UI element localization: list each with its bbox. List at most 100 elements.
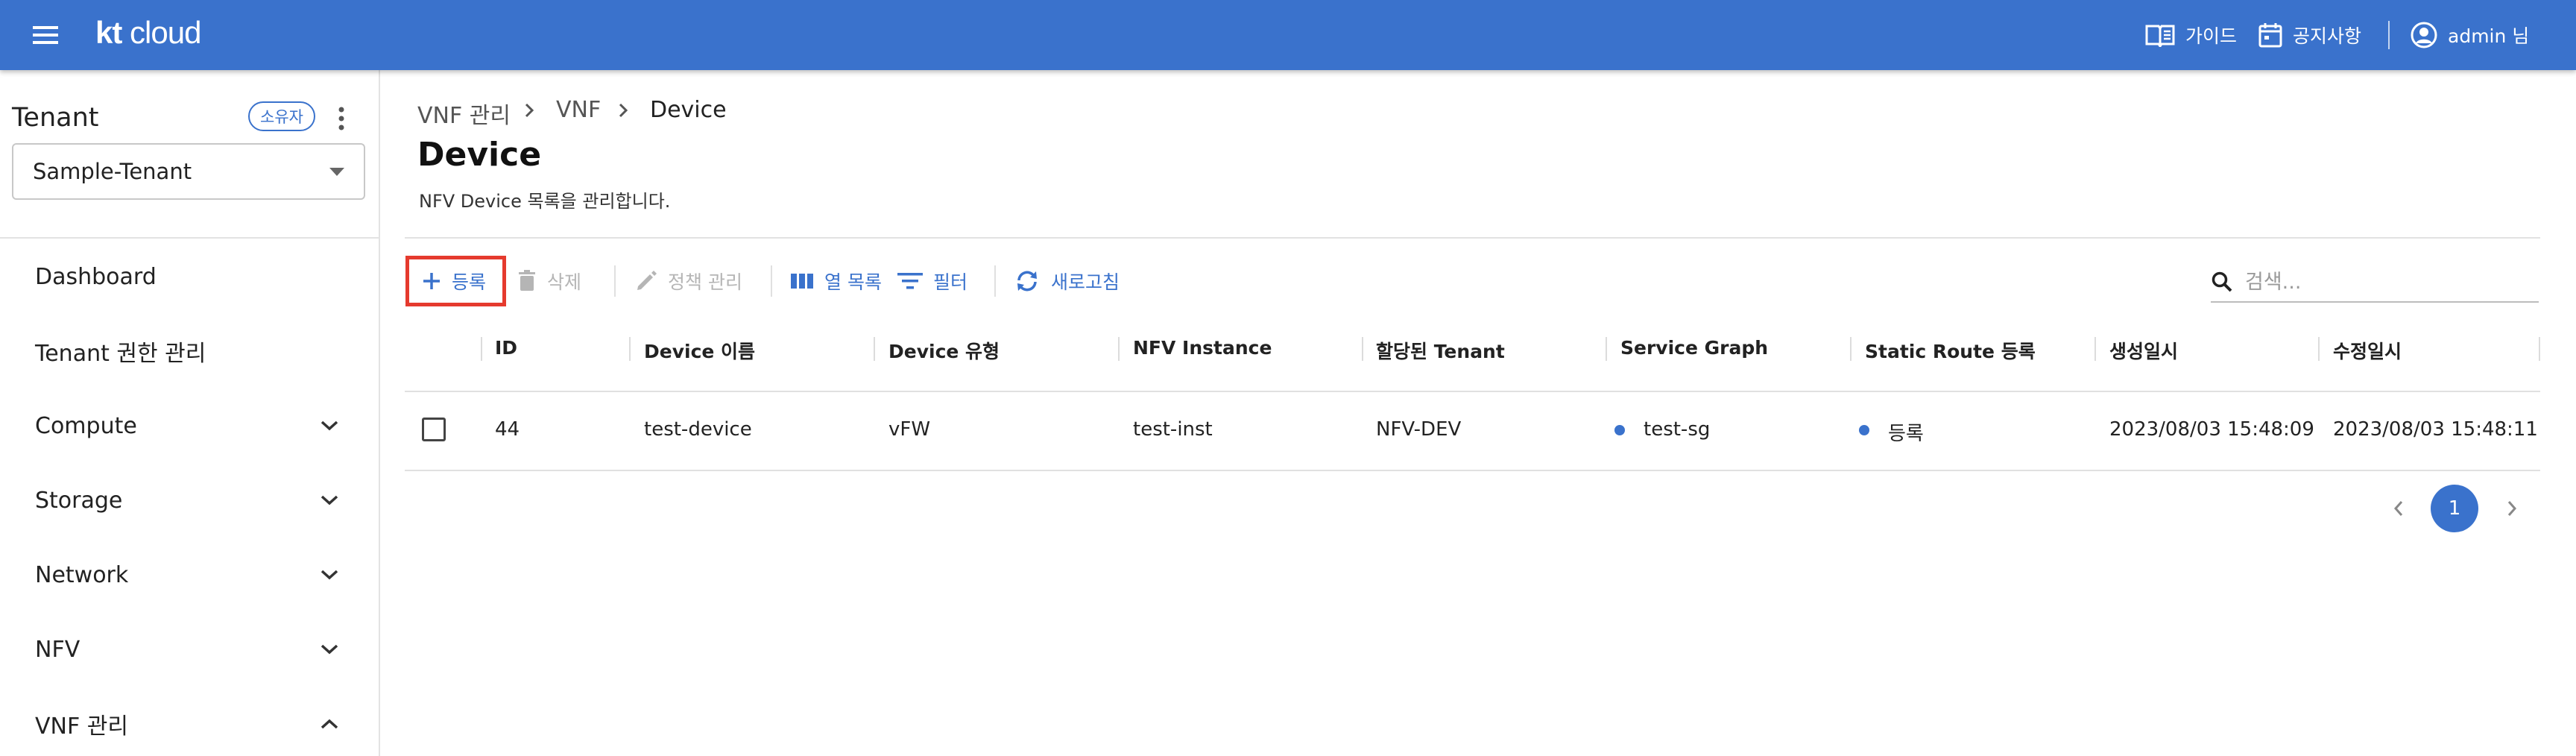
menu-icon[interactable] [31,22,60,48]
sidebar-item-tenant-permissions[interactable]: Tenant 권한 관리 [0,321,379,381]
toolbar-separator [614,265,616,297]
column-header-device-type[interactable]: Device 유형 [888,337,1000,364]
column-header-service-graph[interactable]: Service Graph [1620,337,1768,359]
chevron-right-icon [2507,501,2517,516]
tenant-select[interactable]: Sample-Tenant [12,143,365,200]
sidebar-divider [0,237,379,239]
sidebar: Tenant 소유자 Sample-Tenant Dashboard Tenan… [0,70,380,756]
notice-link[interactable]: 공지사항 [2258,21,2361,49]
columns-label: 열 목록 [824,271,882,293]
header-divider [405,237,2540,239]
toolbar-separator [771,265,772,297]
search-icon [2212,271,2232,292]
sidebar-item-storage[interactable]: Storage [0,470,379,530]
book-icon [2145,25,2175,47]
user-label: admin 님 [2448,25,2530,47]
cell-static-route: 등록 [1888,423,1924,445]
column-header-nfv-instance[interactable]: NFV Instance [1133,337,1272,359]
filter-label: 필터 [933,271,968,293]
dropdown-caret-icon [329,168,344,176]
sidebar-item-label: Dashboard [35,263,157,290]
previous-page-button[interactable] [2375,485,2422,532]
column-header-static-route[interactable]: Static Route 등록 [1865,337,2036,364]
column-separator [1118,337,1120,361]
sidebar-item-label: VNF 관리 [35,714,128,740]
cell-updated-at: 2023/08/03 15:48:11 [2333,418,2538,441]
column-separator [1850,337,1852,361]
column-separator [481,337,482,361]
column-separator [2539,337,2540,361]
owner-badge: 소유자 [248,101,315,131]
sidebar-item-compute[interactable]: Compute [0,396,379,456]
chevron-right-icon [619,103,628,118]
refresh-button[interactable]: 새로고침 [1014,262,1120,300]
cell-service-graph: test-sg [1644,418,1711,441]
chevron-down-icon [321,495,338,505]
page-button-current[interactable]: 1 [2431,485,2478,532]
sidebar-item-label: Storage [35,487,123,514]
cell-device-name: test-device [644,418,752,441]
calendar-icon [2258,23,2282,48]
tenant-select-value: Sample-Tenant [33,159,192,184]
cell-device-type: vFW [888,418,931,441]
columns-button[interactable]: 열 목록 [790,262,882,300]
cell-nfv-instance: test-inst [1133,418,1213,441]
refresh-icon [1017,271,1037,292]
delete-label: 삭제 [547,271,582,293]
sidebar-item-label: Compute [35,412,137,439]
view-column-icon [791,274,813,289]
column-separator [2094,337,2096,361]
breadcrumb-item-vnf-management[interactable]: VNF 관리 [417,97,511,130]
filter-icon [897,273,923,289]
row-checkbox[interactable] [422,418,446,441]
table-row-divider [405,470,2540,471]
chevron-down-icon [321,420,338,431]
column-separator [1362,337,1363,361]
trash-icon [519,270,535,291]
sidebar-item-nfv[interactable]: NFV [0,620,379,679]
column-header-id[interactable]: ID [495,337,517,359]
column-header-created-at[interactable]: 생성일시 [2109,337,2178,364]
guide-link[interactable]: 가이드 [2145,21,2237,49]
next-page-button[interactable] [2488,485,2536,532]
column-separator [1606,337,1607,361]
table-header-divider [405,391,2540,392]
sidebar-item-dashboard[interactable]: Dashboard [0,247,379,306]
sidebar-item-network[interactable]: Network [0,545,379,605]
page-title: Device [417,136,542,174]
breadcrumb-item-vnf[interactable]: VNF [556,97,601,123]
app-bar: kt cloud 가이드 공지사항 admin 님 [0,0,2576,70]
cell-assigned-tenant: NFV-DEV [1376,418,1462,441]
more-vertical-icon[interactable] [332,106,350,131]
register-label: 등록 [452,271,487,293]
refresh-label: 새로고침 [1051,271,1120,293]
policy-label: 정책 관리 [668,271,742,293]
chevron-left-icon [2393,501,2403,516]
cell-id: 44 [495,418,520,441]
appbar-separator [2388,21,2390,49]
toolbar-separator [994,265,996,297]
search-field[interactable] [2211,262,2539,303]
sidebar-item-label: NFV [35,636,80,663]
cell-created-at: 2023/08/03 15:48:09 [2109,418,2314,441]
breadcrumb-item-device: Device [650,97,727,123]
plus-icon [423,273,440,289]
column-header-updated-at[interactable]: 수정일시 [2333,337,2402,364]
kt-cloud-logo[interactable]: kt cloud [95,15,201,51]
delete-button[interactable]: 삭제 [517,262,581,300]
column-separator [629,337,631,361]
column-separator [2318,337,2320,361]
chevron-down-icon [321,644,338,655]
policy-button[interactable]: 정책 관리 [635,262,742,300]
notice-label: 공지사항 [2293,25,2362,47]
sidebar-item-label: Network [35,561,129,588]
search-input[interactable] [2244,269,2515,294]
register-button[interactable]: 등록 [422,262,486,300]
sidebar-item-label: Tenant 권한 관리 [35,341,206,367]
tenant-title: Tenant [12,103,99,133]
filter-button[interactable]: 필터 [897,262,967,300]
column-header-assigned-tenant[interactable]: 할당된 Tenant [1376,337,1505,364]
sidebar-item-vnf-management[interactable]: VNF 관리 [0,694,379,754]
user-menu[interactable]: admin 님 [2411,21,2529,49]
column-header-device-name[interactable]: Device 이름 [644,337,755,364]
